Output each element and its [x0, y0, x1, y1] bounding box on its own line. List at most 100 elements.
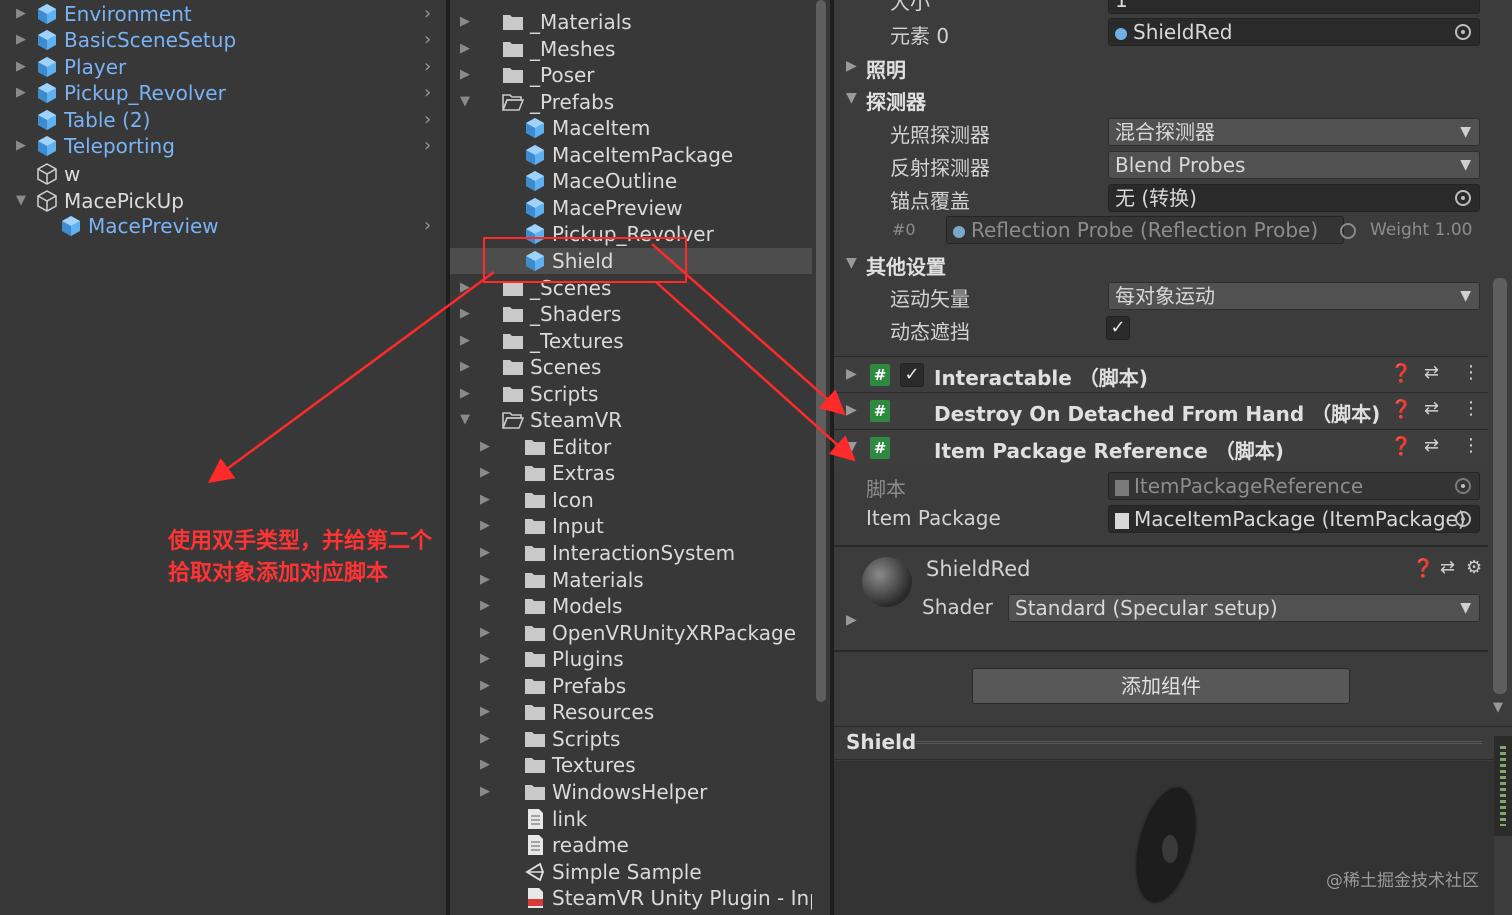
fold-arrow-icon[interactable]: ▶ — [478, 593, 492, 619]
kebab-menu-icon[interactable]: ⋮ — [1462, 398, 1480, 419]
project-item[interactable]: ▶ Scripts — [450, 726, 812, 752]
object-picker-icon[interactable] — [1455, 190, 1471, 206]
item-package-field[interactable]: MaceItemPackage (ItemPackage) — [1108, 505, 1480, 533]
drag-handle[interactable] — [916, 741, 1482, 744]
project-item[interactable]: ▶ Scripts — [450, 381, 812, 407]
project-item[interactable]: ▶ Input — [450, 513, 812, 539]
project-item[interactable]: ▶ WindowsHelper — [450, 779, 812, 805]
chevron-right-icon[interactable]: › — [424, 80, 431, 106]
project-item[interactable]: Pickup_Revolver — [450, 221, 812, 247]
hierarchy-item[interactable]: w — [0, 161, 446, 187]
project-item[interactable]: ▶ InteractionSystem — [450, 540, 812, 566]
fold-arrow-icon[interactable]: ▼ — [458, 89, 472, 115]
fold-arrow-icon[interactable]: ▶ — [14, 54, 28, 80]
project-item[interactable]: ▶ _Materials — [450, 9, 812, 35]
fold-arrow-icon[interactable]: ▶ — [478, 460, 492, 486]
fold-arrow-icon[interactable]: ▶ — [458, 275, 472, 301]
project-item[interactable]: ▶ _Textures — [450, 328, 812, 354]
fold-arrow-icon[interactable]: ▶ — [478, 752, 492, 778]
project-item[interactable]: SteamVR Unity Plugin - Inp — [450, 885, 812, 911]
chevron-right-icon[interactable]: › — [424, 133, 431, 159]
fold-arrow-icon[interactable]: ▶ — [846, 366, 857, 382]
component-header-item-package-reference[interactable]: ▼ # Item Package Reference （脚本) ❓ ⇄ ⋮ — [834, 429, 1494, 465]
project-item[interactable]: ▶ Scenes — [450, 354, 812, 380]
fold-arrow-icon[interactable]: ▶ — [458, 354, 472, 380]
project-item[interactable]: readme — [450, 832, 812, 858]
project-scrollbar[interactable] — [812, 0, 830, 915]
hierarchy-item[interactable]: ▼ MacePickUp — [0, 188, 446, 214]
fold-arrow-icon[interactable]: ▶ — [478, 540, 492, 566]
fold-arrow-icon[interactable]: ▼ — [846, 90, 857, 106]
project-item[interactable]: ▼ SteamVR — [450, 407, 812, 433]
gear-icon[interactable]: ⚙ — [1466, 557, 1482, 578]
motion-vectors-dropdown[interactable]: 每对象运动 ▼ — [1108, 282, 1480, 310]
fold-arrow-icon[interactable]: ▶ — [458, 36, 472, 62]
help-icon[interactable]: ❓ — [1390, 399, 1412, 420]
fold-arrow-icon[interactable]: ▶ — [478, 673, 492, 699]
element0-field[interactable]: ShieldRed — [1108, 18, 1480, 46]
fold-arrow-icon[interactable]: ▼ — [14, 188, 28, 214]
fold-arrow-icon[interactable]: ▶ — [846, 612, 857, 628]
project-item[interactable]: ▶ Textures — [450, 752, 812, 778]
preview-side-bar[interactable] — [1494, 736, 1512, 836]
fold-arrow-icon[interactable]: ▼ — [458, 407, 472, 433]
project-item[interactable]: MaceItem — [450, 115, 812, 141]
chevron-right-icon[interactable]: › — [424, 54, 431, 80]
project-item[interactable]: ▼ _Prefabs — [450, 89, 812, 115]
project-item[interactable]: ▶ Editor — [450, 434, 812, 460]
inspector-scrollbar[interactable]: ▼ — [1488, 0, 1512, 720]
project-item[interactable]: ▶ Prefabs — [450, 673, 812, 699]
chevron-right-icon[interactable]: › — [424, 27, 431, 53]
project-item[interactable]: MaceItemPackage — [450, 142, 812, 168]
fold-arrow-icon[interactable]: ▶ — [14, 1, 28, 27]
probes-header[interactable]: 探测器 — [866, 86, 926, 115]
preview-area[interactable] — [834, 761, 1494, 915]
fold-arrow-icon[interactable]: ▶ — [458, 381, 472, 407]
fold-arrow-icon[interactable]: ▶ — [458, 9, 472, 35]
fold-arrow-icon[interactable]: ▶ — [14, 80, 28, 106]
project-item[interactable]: link — [450, 806, 812, 832]
project-item[interactable]: ▶ Extras — [450, 460, 812, 486]
hierarchy-item[interactable]: ▶ Pickup_Revolver › — [0, 80, 446, 106]
fold-arrow-icon[interactable]: ▶ — [478, 567, 492, 593]
project-item[interactable]: ▶ Icon — [450, 487, 812, 513]
preset-icon[interactable]: ⇄ — [1424, 398, 1439, 419]
project-item[interactable]: ▶ Resources — [450, 699, 812, 725]
shader-dropdown[interactable]: Standard (Specular setup) ▼ — [1008, 594, 1480, 622]
scrollbar-thumb[interactable] — [816, 0, 826, 702]
fold-arrow-icon[interactable]: ▼ — [846, 439, 857, 455]
lighting-header[interactable]: 照明 — [866, 54, 906, 83]
preset-icon[interactable]: ⇄ — [1424, 435, 1439, 456]
preview-header[interactable]: Shield — [834, 726, 1512, 760]
chevron-right-icon[interactable]: › — [424, 107, 431, 133]
component-enabled-checkbox[interactable]: ✓ — [900, 363, 924, 387]
anchor-override-field[interactable]: 无 (转换) — [1108, 184, 1480, 212]
fold-arrow-icon[interactable]: ▶ — [458, 328, 472, 354]
project-item[interactable]: ▶ Materials — [450, 567, 812, 593]
kebab-menu-icon[interactable]: ⋮ — [1462, 362, 1480, 383]
fold-arrow-icon[interactable]: ▶ — [478, 726, 492, 752]
fold-arrow-icon[interactable]: ▶ — [458, 301, 472, 327]
preset-icon[interactable]: ⇄ — [1424, 362, 1439, 383]
project-item[interactable]: ▶ _Poser — [450, 62, 812, 88]
scrollbar-thumb[interactable] — [1493, 278, 1507, 694]
chevron-right-icon[interactable]: › — [424, 213, 431, 239]
hierarchy-item[interactable]: ▶ BasicSceneSetup › — [0, 27, 446, 53]
hierarchy-item[interactable]: ▶ Player › — [0, 54, 446, 80]
fold-arrow-icon[interactable]: ▼ — [846, 255, 857, 271]
scroll-down-icon[interactable]: ▼ — [1493, 700, 1503, 715]
hierarchy-item[interactable]: ▶ Teleporting › — [0, 133, 446, 159]
kebab-menu-icon[interactable]: ⋮ — [1462, 435, 1480, 456]
hierarchy-item[interactable]: ▶ Environment › — [0, 1, 446, 27]
fold-arrow-icon[interactable]: ▶ — [478, 513, 492, 539]
project-item[interactable]: Simple Sample — [450, 859, 812, 885]
fold-arrow-icon[interactable]: ▶ — [478, 646, 492, 672]
fold-arrow-icon[interactable]: ▶ — [846, 402, 857, 418]
fold-arrow-icon[interactable]: ▶ — [846, 58, 857, 74]
project-item[interactable]: ▶ _Scenes — [450, 275, 812, 301]
preset-icon[interactable]: ⇄ — [1440, 557, 1455, 578]
project-item[interactable]: MaceOutline — [450, 168, 812, 194]
project-item[interactable]: ▶ Plugins — [450, 646, 812, 672]
project-item[interactable]: ▶ _Shaders — [450, 301, 812, 327]
reflection-probes-dropdown[interactable]: Blend Probes ▼ — [1108, 151, 1480, 179]
